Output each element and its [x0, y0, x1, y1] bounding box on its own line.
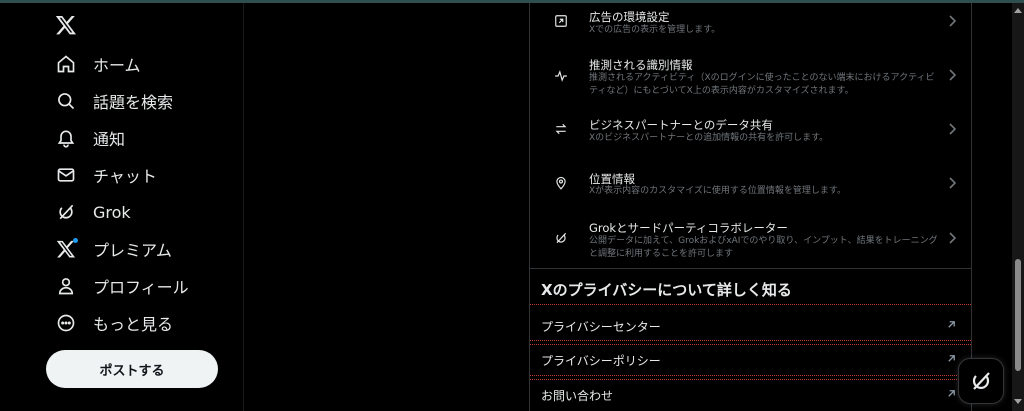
section-divider: [530, 268, 971, 269]
link-privacy-policy[interactable]: プライバシーポリシー: [530, 343, 971, 376]
link-label: お問い合わせ: [541, 389, 614, 403]
left-navigation: ホーム 話題を検索 通知 チャット Grok プレミアム プロフィール もっと見…: [0, 3, 244, 411]
search-icon: [53, 88, 79, 114]
link-label: プライバシーポリシー: [541, 354, 661, 368]
section-title: Xのプライバシーについて詳しく知る: [541, 281, 792, 299]
nav-item-label: 話題を検索: [93, 93, 174, 112]
chevron-right-icon: [949, 69, 957, 81]
external-link-icon: [948, 355, 955, 362]
nav-item-explore[interactable]: 話題を検索: [47, 84, 173, 118]
setting-business-data-sharing[interactable]: ビジネスパートナーとのデータ共有 Xのビジネスパートナーとの追加情報の共有を許可…: [530, 111, 971, 155]
nav-item-notifications[interactable]: 通知: [47, 121, 125, 155]
setting-description: Xが表示内容のカスタマイズに使用する位置情報を管理します。: [589, 186, 846, 196]
nav-item-premium[interactable]: プレミアム: [47, 232, 172, 266]
premium-badge-dot: [73, 238, 78, 243]
nav-item-home[interactable]: ホーム: [47, 47, 141, 81]
nav-item-label: チャット: [93, 167, 157, 186]
chevron-right-icon: [949, 177, 957, 189]
nav-item-label: 通知: [93, 130, 126, 149]
setting-title: 推測される識別情報: [589, 58, 693, 72]
setting-location[interactable]: 位置情報 Xが表示内容のカスタマイズに使用する位置情報を管理します。: [530, 165, 971, 209]
bell-icon: [53, 125, 79, 151]
chevron-right-icon: [949, 232, 957, 244]
nav-item-label: プロフィール: [93, 278, 189, 297]
setting-ad-preferences[interactable]: 広告の環境設定 Xでの広告の表示を管理します。: [530, 3, 971, 47]
nav-item-profile[interactable]: プロフィール: [47, 269, 189, 303]
grok-floating-button[interactable]: [958, 358, 1004, 404]
setting-title: ビジネスパートナーとのデータ共有: [589, 118, 773, 132]
nav-item-label: ホーム: [93, 56, 141, 75]
setting-title: 広告の環境設定: [589, 10, 670, 24]
more-icon: [53, 310, 79, 336]
dotted-separator: [530, 304, 971, 305]
setting-title: Grokとサードパーティコラボレーター: [589, 221, 788, 235]
dotted-separator: [530, 340, 971, 341]
scrollbar-thumb[interactable]: [1015, 259, 1021, 371]
link-contact-us[interactable]: お問い合わせ: [530, 378, 971, 411]
nav-item-more[interactable]: もっと見る: [47, 306, 173, 340]
nav-item-label: Grok: [93, 202, 131, 222]
nav-item-chat[interactable]: チャット: [47, 158, 157, 192]
setting-grok-collaborators[interactable]: Grokとサードパーティコラボレーター 公開データに加えて、GrokおよびxAI…: [530, 217, 971, 269]
x-premium-icon: [53, 236, 79, 262]
scroll-down-arrow-icon[interactable]: [1014, 399, 1022, 405]
link-label: プライバシーセンター: [541, 320, 661, 334]
chevron-right-icon: [949, 123, 957, 135]
grok-icon: [53, 199, 79, 225]
person-icon: [53, 273, 79, 299]
swap-icon: [552, 120, 570, 138]
external-link-icon: [948, 390, 955, 397]
x-logo-icon[interactable]: [54, 13, 78, 37]
post-button[interactable]: ポストする: [46, 350, 218, 388]
nav-item-label: プレミアム: [93, 241, 172, 260]
activity-icon: [552, 67, 570, 85]
setting-description: 公開データに加えて、GrokおよびxAIでのやり取り、インプット、結果をトレーニ…: [589, 236, 938, 259]
grok-icon: [552, 229, 570, 247]
home-icon: [53, 51, 79, 77]
setting-description: Xのビジネスパートナーとの追加情報の共有を許可します。: [589, 133, 829, 143]
location-icon: [552, 174, 570, 192]
setting-inferred-identity[interactable]: 推測される識別情報 推測されるアクティビティ（Xのログインに使ったことのない端末…: [530, 53, 971, 105]
privacy-settings-panel: 広告の環境設定 Xでの広告の表示を管理します。 推測される識別情報 推測されるア…: [529, 3, 972, 411]
scroll-up-arrow-icon[interactable]: [1014, 7, 1022, 13]
page-scrollbar[interactable]: [1012, 3, 1024, 411]
link-privacy-center[interactable]: プライバシーセンター: [530, 309, 971, 342]
grok-icon: [972, 372, 990, 390]
external-link-icon: [948, 321, 955, 328]
setting-description: 推測されるアクティビティ（Xのログインに使ったことのない端末におけるアクティビテ…: [589, 73, 935, 96]
dotted-separator: [530, 375, 971, 376]
nav-item-grok[interactable]: Grok: [47, 195, 131, 229]
mail-icon: [53, 162, 79, 188]
ad-icon: [552, 12, 570, 30]
chevron-right-icon: [949, 15, 957, 27]
nav-item-label: もっと見る: [93, 315, 174, 334]
setting-description: Xでの広告の表示を管理します。: [589, 25, 721, 35]
